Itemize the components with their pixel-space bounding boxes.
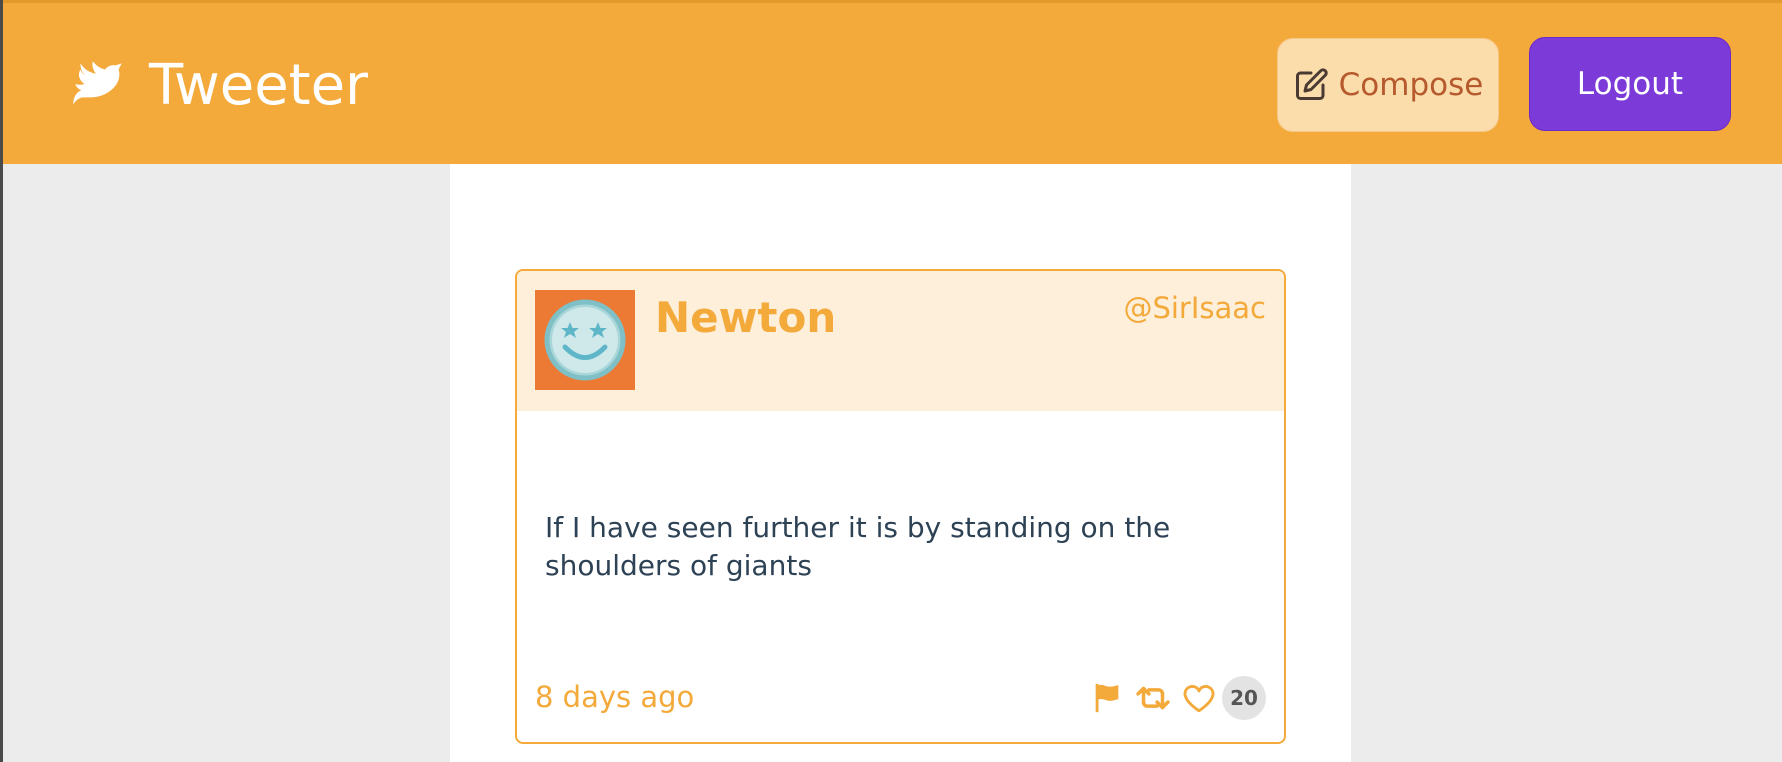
tweet-actions: 20	[1080, 676, 1266, 720]
tweet-timestamp: 8 days ago	[535, 680, 695, 714]
pencil-square-icon	[1293, 67, 1329, 103]
tweet-card: Newton @SirIsaac If I have seen further …	[515, 269, 1286, 744]
smiley-star-eyes-icon	[544, 299, 626, 381]
tweet-text: If I have seen further it is by standing…	[545, 511, 1171, 582]
avatar[interactable]	[535, 290, 635, 390]
like-count-badge: 20	[1222, 676, 1266, 720]
retweet-icon[interactable]	[1134, 679, 1172, 717]
author-handle: @SirIsaac	[1123, 291, 1266, 325]
flag-icon[interactable]	[1088, 679, 1126, 717]
app-title: Tweeter	[149, 53, 369, 118]
compose-label: Compose	[1338, 67, 1484, 103]
feed-column: Newton @SirIsaac If I have seen further …	[450, 164, 1351, 762]
logout-label: Logout	[1576, 66, 1684, 102]
app-window: Tweeter Compose Logout Newton @SirIsaac …	[0, 0, 1782, 762]
author-name: Newton	[655, 293, 837, 342]
tweet-footer: 8 days ago 20	[517, 664, 1284, 742]
compose-button[interactable]: Compose	[1277, 38, 1499, 132]
heart-icon[interactable]	[1180, 679, 1218, 717]
logout-button[interactable]: Logout	[1529, 37, 1731, 131]
dove-icon	[63, 50, 135, 122]
brand[interactable]: Tweeter	[63, 41, 368, 131]
tweet-header: Newton @SirIsaac	[517, 271, 1284, 411]
top-nav: Tweeter Compose Logout	[3, 0, 1782, 164]
